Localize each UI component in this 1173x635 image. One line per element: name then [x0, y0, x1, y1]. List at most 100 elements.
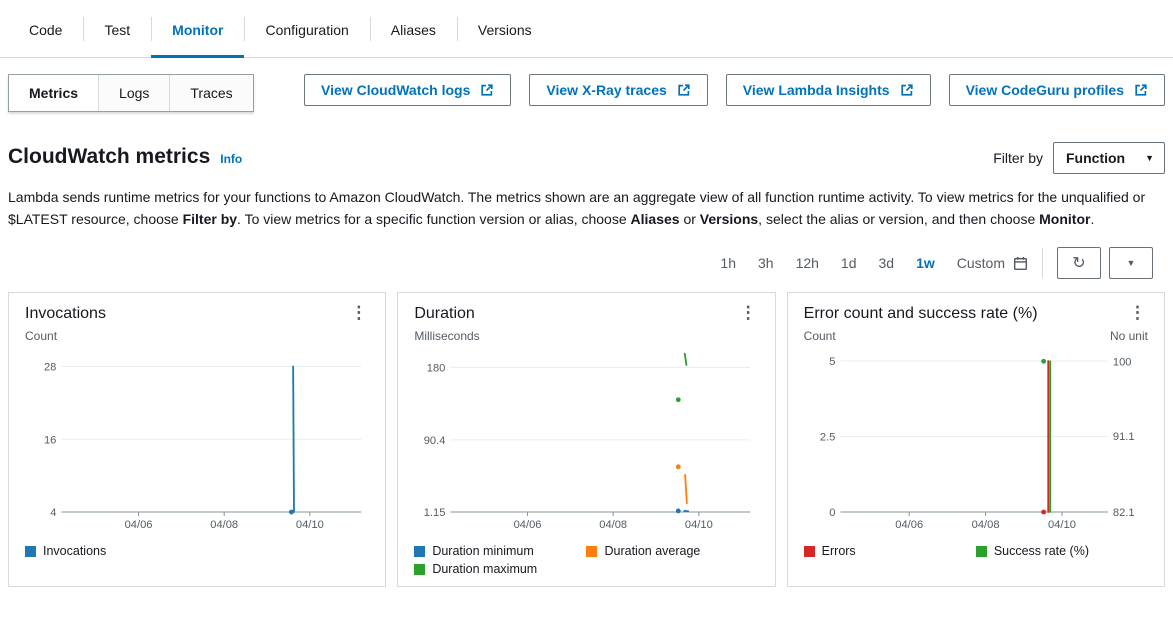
- svg-text:04/10: 04/10: [296, 519, 324, 531]
- description-segment: Aliases: [631, 211, 680, 227]
- monitor-subtabs: MetricsLogsTraces: [8, 74, 254, 112]
- subtab-traces[interactable]: Traces: [170, 75, 252, 111]
- legend-swatch: [414, 564, 425, 575]
- monitor-toolbar: MetricsLogsTraces View CloudWatch logsVi…: [8, 74, 1165, 112]
- unit-right-label: No unit: [1110, 329, 1148, 344]
- svg-text:5: 5: [829, 356, 835, 368]
- svg-text:16: 16: [44, 434, 56, 446]
- legend-label: Errors: [822, 544, 856, 558]
- button-label: View X-Ray traces: [546, 82, 666, 98]
- chart-menu-button[interactable]: ⋮: [738, 303, 759, 323]
- info-link[interactable]: Info: [220, 152, 242, 166]
- svg-text:91.1: 91.1: [1113, 431, 1135, 443]
- time-range-3d[interactable]: 3d: [879, 255, 895, 271]
- time-range-3h[interactable]: 3h: [758, 255, 774, 271]
- legend-item-duration-average[interactable]: Duration average: [586, 542, 758, 560]
- tab-configuration[interactable]: Configuration: [244, 0, 369, 57]
- chart-legend: Duration minimum Duration average Duration…: [414, 542, 758, 578]
- view-lambda-insights-button[interactable]: View Lambda Insights: [726, 74, 931, 106]
- chart-action-buttons: ↻ ▼: [1057, 247, 1153, 279]
- svg-text:04/06: 04/06: [895, 519, 923, 531]
- unit-left-label: Count: [25, 329, 57, 344]
- chart-menu-button[interactable]: ⋮: [1127, 303, 1148, 323]
- unit-left-label: Milliseconds: [414, 329, 479, 344]
- chart-header: Error count and success rate (%) ⋮: [804, 303, 1148, 323]
- refresh-icon: ↻: [1072, 253, 1085, 273]
- svg-text:04/08: 04/08: [971, 519, 999, 531]
- units-row: Milliseconds: [414, 329, 758, 344]
- svg-text:04/08: 04/08: [600, 519, 628, 531]
- time-range-1h[interactable]: 1h: [720, 255, 736, 271]
- legend-label: Duration maximum: [432, 562, 537, 576]
- tab-test[interactable]: Test: [83, 0, 151, 57]
- svg-text:04/10: 04/10: [1048, 519, 1076, 531]
- svg-text:4: 4: [50, 507, 56, 519]
- page-title: CloudWatch metrics: [8, 145, 210, 169]
- svg-text:180: 180: [427, 362, 446, 374]
- filter-group: Filter by Function ▼: [993, 142, 1165, 174]
- legend-label: Duration minimum: [432, 544, 533, 558]
- button-label: View CodeGuru profiles: [966, 82, 1124, 98]
- chart-title: Error count and success rate (%): [804, 305, 1038, 323]
- external-link-icon: [900, 83, 914, 97]
- chart-legend: Errors Success rate (%): [804, 542, 1148, 560]
- svg-text:04/06: 04/06: [514, 519, 542, 531]
- description-segment: or: [680, 211, 700, 227]
- svg-text:90.4: 90.4: [424, 435, 446, 447]
- chart-header: Invocations⋮: [25, 303, 369, 323]
- legend-item-errors[interactable]: Errors: [804, 542, 976, 560]
- heading-row: CloudWatch metrics Info Filter by Functi…: [8, 142, 1165, 174]
- chart-card-invocations: Invocations⋮Count2816404/0604/0804/10Inv…: [8, 292, 386, 587]
- view-x-ray-traces-button[interactable]: View X-Ray traces: [529, 74, 707, 106]
- view-codeguru-profiles-button[interactable]: View CodeGuru profiles: [949, 74, 1165, 106]
- external-tool-buttons: View CloudWatch logs View X-Ray traces Vie…: [304, 74, 1165, 106]
- legend-item-invocations[interactable]: Invocations: [25, 542, 197, 560]
- filter-function-dropdown[interactable]: Function ▼: [1053, 142, 1165, 174]
- time-range-1d[interactable]: 1d: [841, 255, 857, 271]
- subtab-metrics[interactable]: Metrics: [9, 75, 99, 111]
- description-segment: . To view metrics for a specific functio…: [237, 211, 630, 227]
- subtab-logs[interactable]: Logs: [99, 75, 170, 111]
- description-segment: .: [1090, 211, 1094, 227]
- tab-versions[interactable]: Versions: [457, 0, 553, 57]
- charts-row: Invocations⋮Count2816404/0604/0804/10Inv…: [8, 292, 1165, 587]
- svg-text:2.5: 2.5: [820, 432, 835, 444]
- time-range-1w[interactable]: 1w: [916, 255, 935, 271]
- legend-item-duration-maximum[interactable]: Duration maximum: [414, 560, 586, 578]
- legend-label: Success rate (%): [994, 544, 1089, 558]
- legend-item-success-rate[interactable]: Success rate (%): [976, 542, 1148, 560]
- chart-plot: 52.5010091.182.104/0604/0804/10: [804, 346, 1148, 536]
- chart-legend: Invocations: [25, 542, 369, 560]
- legend-label: Invocations: [43, 544, 106, 558]
- time-range-12h[interactable]: 12h: [796, 255, 819, 271]
- tab-aliases[interactable]: Aliases: [370, 0, 457, 57]
- units-row: CountNo unit: [804, 329, 1148, 344]
- legend-swatch: [586, 546, 597, 557]
- chart-menu-button[interactable]: ⋮: [348, 303, 369, 323]
- tab-monitor[interactable]: Monitor: [151, 0, 244, 57]
- button-label: View CloudWatch logs: [321, 82, 470, 98]
- chart-header: Duration ⋮: [414, 303, 758, 323]
- refresh-options-button[interactable]: ▼: [1109, 247, 1153, 279]
- legend-item-duration-minimum[interactable]: Duration minimum: [414, 542, 586, 560]
- time-ranges: 1h 3h 12h 1d 3d 1w Custom: [720, 255, 1028, 271]
- filter-by-label: Filter by: [993, 150, 1043, 166]
- function-tabs: CodeTestMonitorConfigurationAliasesVersi…: [0, 0, 1173, 58]
- chart-card-error-count-and-success-rate: Error count and success rate (%) ⋮ CountNo…: [787, 292, 1165, 587]
- view-cloudwatch-logs-button[interactable]: View CloudWatch logs: [304, 74, 511, 106]
- svg-text:100: 100: [1113, 356, 1132, 368]
- legend-swatch: [414, 546, 425, 557]
- description-segment: , select the alias or version, and then …: [758, 211, 1039, 227]
- svg-text:28: 28: [44, 362, 56, 374]
- tab-code[interactable]: Code: [8, 0, 83, 57]
- external-link-icon: [480, 83, 494, 97]
- chart-title: Duration: [414, 305, 474, 323]
- refresh-button[interactable]: ↻: [1057, 247, 1101, 279]
- svg-text:04/10: 04/10: [685, 519, 713, 531]
- description: Lambda sends runtime metrics for your fu…: [8, 186, 1163, 230]
- chevron-down-icon: ▼: [1145, 154, 1154, 163]
- svg-text:04/06: 04/06: [125, 519, 153, 531]
- chart-card-duration: Duration⋮Milliseconds18090.41.1504/0604/…: [397, 292, 775, 587]
- description-segment: Filter by: [183, 211, 237, 227]
- time-range-custom[interactable]: Custom: [957, 255, 1028, 271]
